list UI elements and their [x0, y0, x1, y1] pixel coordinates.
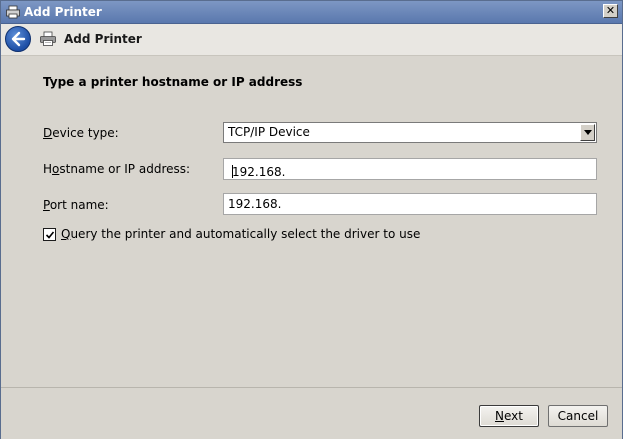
device-type-select[interactable]: TCP/IP Device [223, 122, 597, 143]
navigation-header: Add Printer [1, 24, 622, 56]
query-printer-checkbox[interactable] [43, 228, 56, 241]
query-printer-label[interactable]: Query the printer and automatically sele… [61, 227, 420, 241]
back-arrow-icon [11, 31, 26, 47]
device-type-value: TCP/IP Device [228, 125, 310, 139]
add-printer-window: Add Printer ✕ Add Printer Type a printer… [0, 0, 623, 439]
close-button[interactable]: ✕ [603, 4, 618, 18]
title-bar[interactable]: Add Printer ✕ [1, 1, 622, 24]
printer-icon [6, 5, 20, 19]
hostname-input[interactable]: 192.168. [223, 158, 597, 180]
wizard-title: Add Printer [64, 32, 142, 46]
page-heading: Type a printer hostname or IP address [43, 75, 303, 89]
port-name-value: 192.168. [228, 197, 282, 211]
port-name-input[interactable]: 192.168. [223, 193, 597, 215]
chevron-down-icon[interactable] [580, 124, 595, 141]
wizard-content: Type a printer hostname or IP address De… [1, 56, 622, 386]
cancel-button[interactable]: Cancel [548, 405, 608, 427]
text-caret [232, 165, 233, 178]
printer-icon [40, 31, 56, 46]
hostname-value: 192.168. [232, 165, 286, 179]
close-icon: ✕ [605, 4, 616, 17]
checkmark-icon [45, 231, 55, 239]
next-button[interactable]: Next [479, 405, 539, 427]
hostname-label: Hostname or IP address: [43, 162, 191, 176]
wizard-footer: Next Cancel [1, 387, 622, 439]
window-title: Add Printer [24, 5, 102, 19]
device-type-label: Device type: [43, 126, 119, 140]
port-name-label: Port name: [43, 198, 109, 212]
back-button[interactable] [5, 26, 31, 52]
